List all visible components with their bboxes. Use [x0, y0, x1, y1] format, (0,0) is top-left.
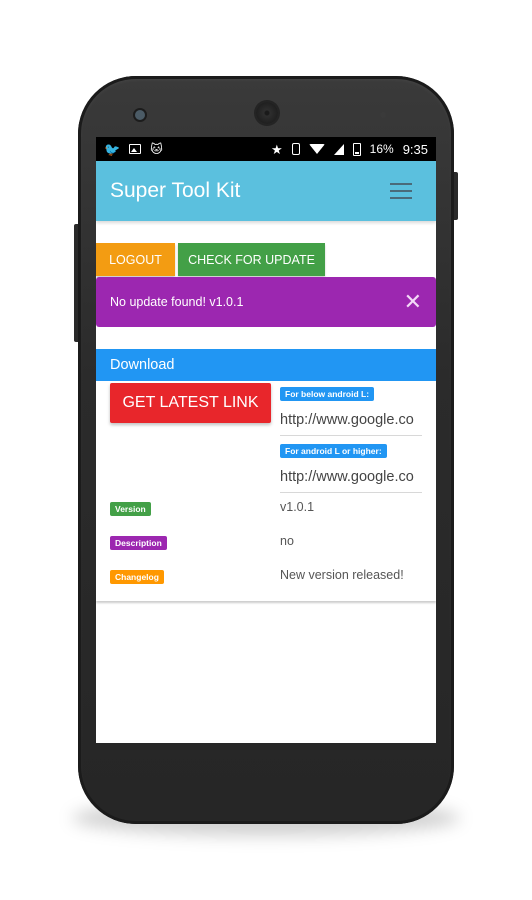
below-android-l-url-field[interactable] — [280, 405, 422, 436]
vibrate-icon — [291, 143, 300, 155]
star-icon: ★ — [271, 141, 283, 157]
cat-icon: 🐱 — [150, 142, 163, 156]
android-l-or-higher-url-field[interactable] — [280, 462, 422, 493]
update-alert: No update found! v1.0.1 ✕ — [96, 277, 436, 327]
description-badge: Description — [110, 536, 167, 550]
app-title: Super Tool Kit — [110, 179, 241, 202]
battery-percentage: 16% — [369, 142, 394, 156]
logout-button[interactable]: LOGOUT — [96, 243, 175, 276]
battery-icon — [352, 142, 361, 156]
check-for-update-button[interactable]: CHECK FOR UPDATE — [178, 243, 325, 276]
hamburger-menu-icon[interactable] — [390, 183, 412, 199]
changelog-value: New version released! — [280, 568, 404, 582]
earpiece-speaker — [256, 102, 278, 124]
front-camera — [135, 110, 145, 120]
signal-icon — [333, 143, 344, 155]
clock: 9:35 — [402, 141, 428, 157]
status-bar: 🐦 🐱 ★ 16% 9:35 — [96, 137, 436, 161]
version-badge: Version — [110, 502, 151, 516]
alert-message: No update found! v1.0.1 — [110, 295, 244, 309]
twitter-icon: 🐦 — [104, 141, 121, 157]
wifi-icon — [308, 144, 325, 154]
version-value: v1.0.1 — [280, 500, 315, 514]
app-screen: 🐦 🐱 ★ 16% 9:35 Super Tool Kit LOGOUT CHE… — [96, 137, 436, 743]
android-l-or-higher-label: For android L or higher: — [280, 444, 387, 458]
description-value: no — [280, 534, 294, 548]
get-latest-link-button[interactable]: GET LATEST LINK — [110, 383, 271, 423]
action-buttons: LOGOUT CHECK FOR UPDATE — [96, 243, 325, 276]
proximity-sensor — [380, 112, 386, 118]
image-icon — [129, 144, 142, 154]
changelog-badge: Changelog — [110, 570, 164, 584]
download-header: Download — [96, 349, 436, 381]
close-icon[interactable]: ✕ — [404, 291, 422, 313]
download-panel: Download GET LATEST LINK For below andro… — [96, 349, 436, 601]
app-bar: Super Tool Kit — [96, 161, 436, 221]
below-android-l-label: For below android L: — [280, 387, 375, 401]
